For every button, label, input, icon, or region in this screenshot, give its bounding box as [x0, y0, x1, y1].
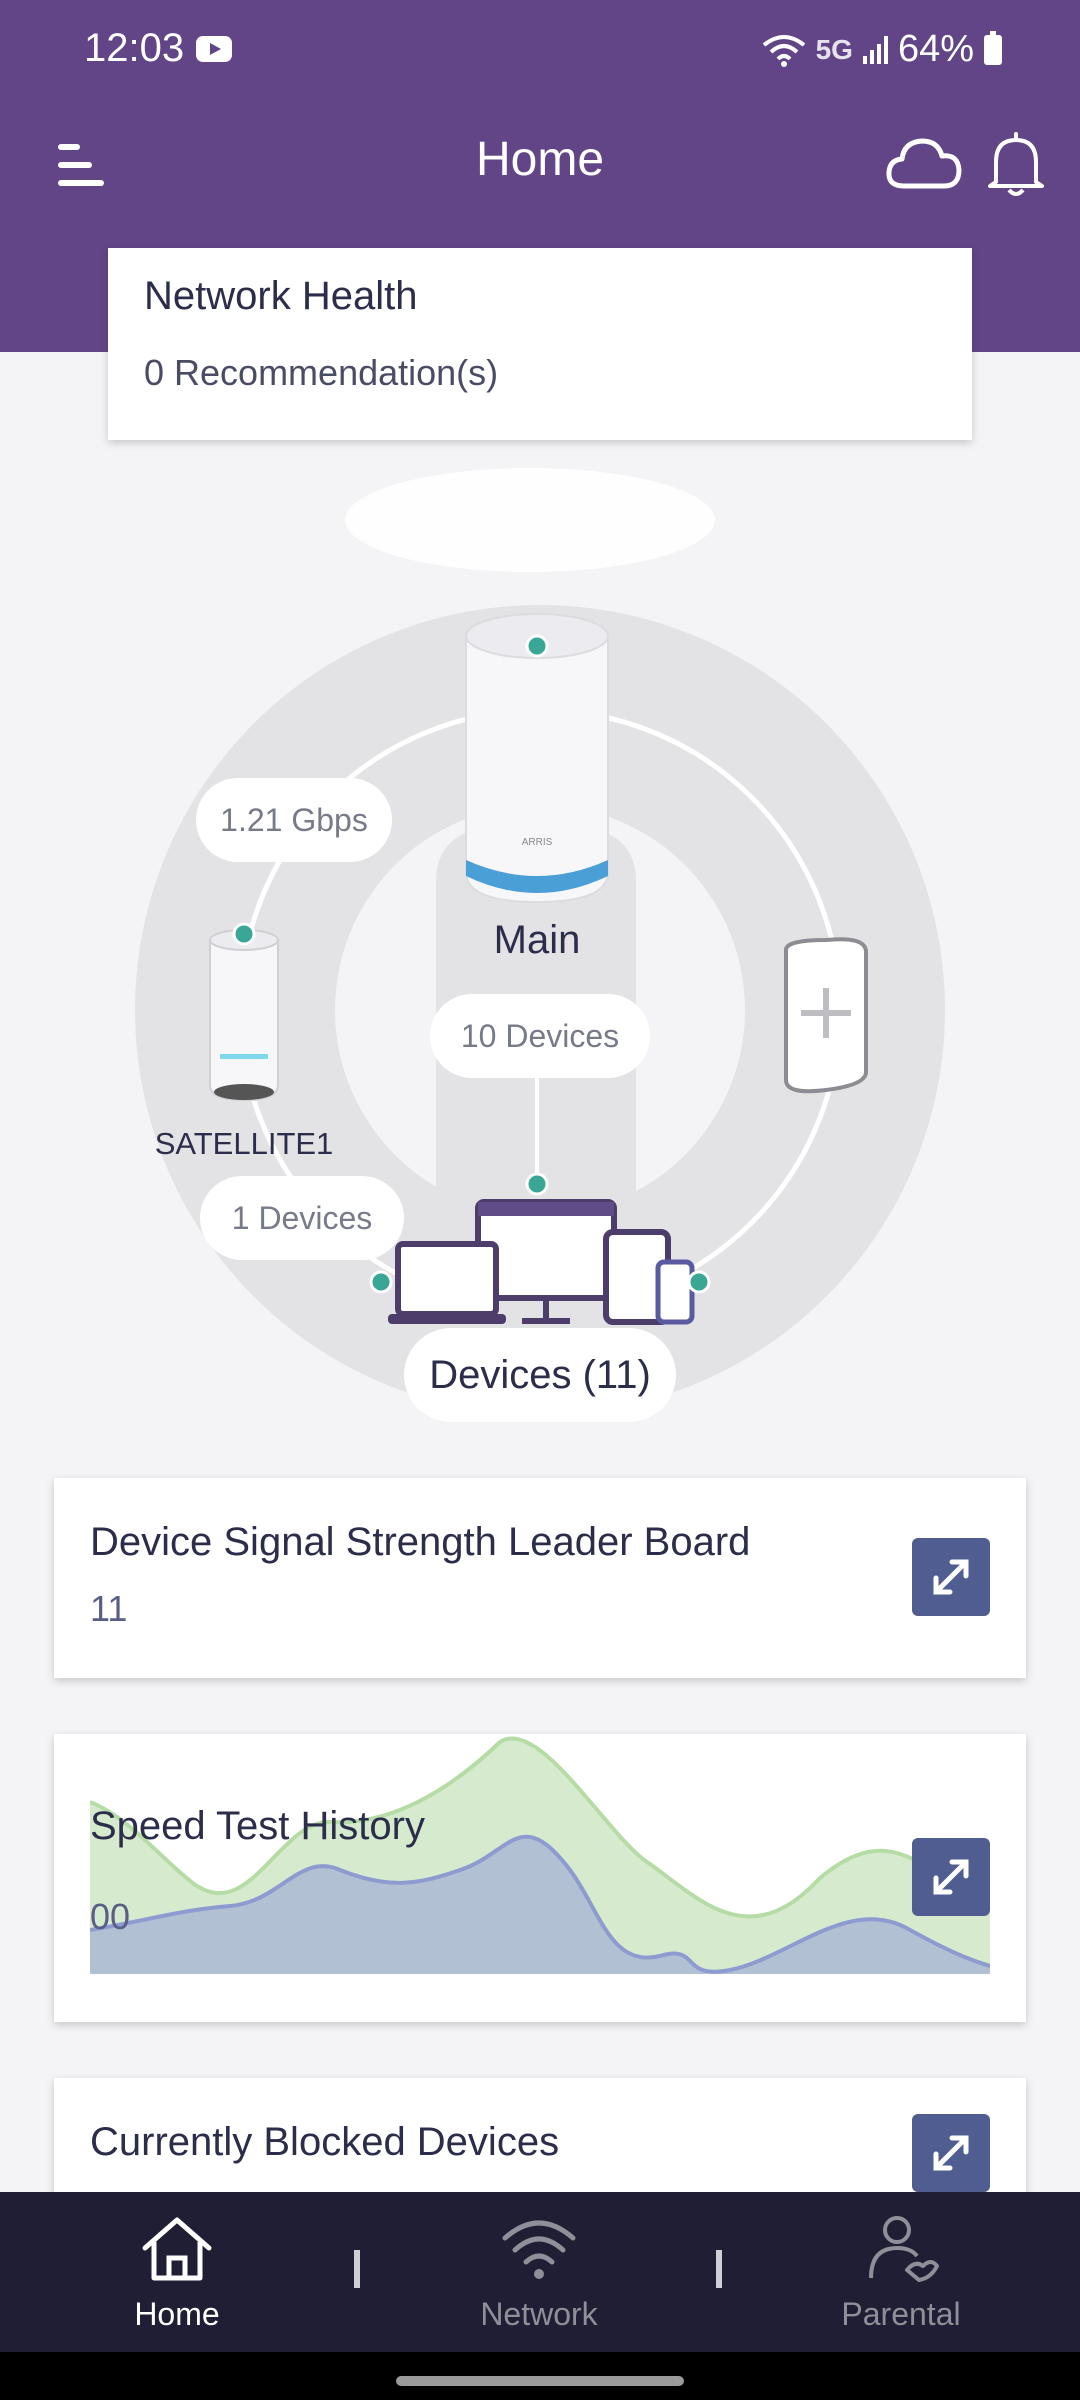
expand-icon[interactable] — [912, 2114, 990, 2192]
speed-test-graph — [90, 1736, 990, 1974]
nav-divider — [716, 2250, 722, 2288]
satellite-label[interactable]: SATELLITE1 — [144, 1126, 344, 1162]
main-devices-pill[interactable]: 10 Devices — [430, 994, 650, 1078]
devices-count-pill[interactable]: Devices (11) — [404, 1328, 676, 1422]
network-health-title: Network Health — [144, 274, 418, 318]
nav-divider — [354, 2250, 360, 2288]
speed-test-value: 00 — [90, 1896, 131, 1937]
nav-label-network: Network — [480, 2296, 598, 2332]
nav-label-parental: Parental — [841, 2296, 961, 2332]
battery-percent: 64% — [897, 28, 974, 70]
network-health-card[interactable]: Network Health 0 Recommendation(s) — [108, 248, 972, 440]
leader-board-value: 11 — [90, 1588, 128, 1629]
leader-board-title: Device Signal Strength Leader Board — [90, 1520, 751, 1564]
leader-board-card[interactable]: Device Signal Strength Leader Board 11 — [54, 1478, 1026, 1678]
bell-icon[interactable] — [986, 130, 1046, 198]
svg-text:ARRIS: ARRIS — [522, 837, 553, 848]
recommendation-count: 0 Recommendation(s) — [144, 352, 499, 393]
status-indicators: 5G 64% — [762, 28, 1002, 71]
wifi-icon — [502, 2220, 576, 2279]
status-bar: 12:03 5G 64% — [0, 0, 1080, 100]
network-type: 5G — [815, 33, 853, 65]
speed-test-title: Speed Test History — [90, 1804, 425, 1848]
gesture-bar — [0, 2352, 1080, 2400]
home-icon — [142, 2217, 212, 2281]
expand-icon[interactable] — [912, 1838, 990, 1916]
nav-item-parental[interactable]: Parental — [776, 2192, 1026, 2352]
nav-label-home: Home — [134, 2296, 220, 2332]
expand-icon[interactable] — [912, 1538, 990, 1616]
app-header: Home — [0, 110, 1080, 210]
speed-test-card[interactable]: Speed Test History 00 — [54, 1734, 1026, 2022]
bottom-navigation: Home Network Parental — [0, 2192, 1080, 2352]
wifi-status-icon — [762, 34, 805, 67]
add-satellite-icon[interactable] — [784, 937, 868, 1094]
youtube-icon — [196, 36, 232, 62]
blocked-devices-title: Currently Blocked Devices — [90, 2120, 560, 2164]
battery-icon — [984, 30, 1002, 65]
link-speed-pill: 1.21 Gbps — [196, 778, 392, 862]
nav-item-network[interactable]: Network — [414, 2192, 664, 2352]
main-router-label[interactable]: Main — [437, 918, 637, 963]
nav-item-home[interactable]: Home — [52, 2192, 302, 2352]
status-time: 12:03 — [84, 26, 185, 70]
satellite-devices-pill[interactable]: 1 Devices — [200, 1176, 404, 1260]
parental-icon — [869, 2216, 939, 2282]
cloud-icon[interactable] — [886, 136, 962, 192]
network-topology: ARRIS 1.21 Gbps Main 10 Devices SATELLIT… — [0, 440, 1080, 1440]
gesture-handle[interactable] — [396, 2376, 684, 2386]
cell-signal-icon — [862, 35, 888, 64]
